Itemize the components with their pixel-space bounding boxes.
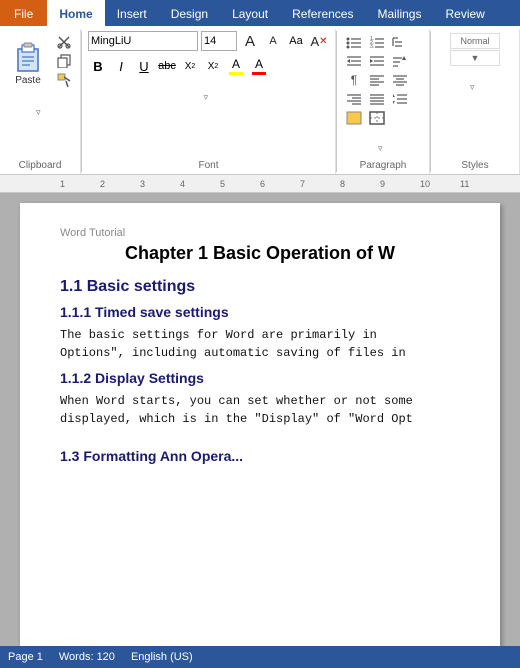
multilevel-list-button[interactable] xyxy=(389,33,411,51)
tab-references[interactable]: References xyxy=(280,0,365,26)
heading-1-1: 1.1 Basic settings xyxy=(60,278,460,296)
align-right-button[interactable] xyxy=(343,90,365,108)
font-expander[interactable]: ▿ xyxy=(204,92,214,121)
tab-design[interactable]: Design xyxy=(159,0,220,26)
decrease-indent-button[interactable] xyxy=(343,52,365,70)
doc-page-label: Word Tutorial xyxy=(60,227,460,239)
tab-insert[interactable]: Insert xyxy=(105,0,159,26)
paragraph-group-label: Paragraph xyxy=(360,160,407,171)
paste-button[interactable]: Paste xyxy=(6,33,50,91)
svg-text:3.: 3. xyxy=(370,44,374,49)
cut-button[interactable] xyxy=(52,33,76,51)
tab-file[interactable]: File xyxy=(0,0,47,26)
align-center-button[interactable] xyxy=(389,71,411,89)
styles-expand[interactable]: ▼ xyxy=(450,50,500,66)
styles-group-label: Styles xyxy=(461,160,488,171)
show-marks-button[interactable]: ¶ xyxy=(343,71,365,89)
text-highlight-button[interactable]: A xyxy=(226,56,246,76)
justify-button[interactable] xyxy=(366,90,388,108)
paste-label: Paste xyxy=(15,75,41,86)
numbering-button[interactable]: 1.2.3. xyxy=(366,33,388,51)
paragraph-group: 1.2.3. ¶ xyxy=(337,29,430,174)
doc-area: Word Tutorial Chapter 1 Basic Operation … xyxy=(0,193,520,663)
grow-font-button[interactable]: A xyxy=(240,31,260,51)
heading-1-3: 1.3 Formatting Ann Opera... xyxy=(60,448,460,464)
body-text-2: When Word starts, you can set whether or… xyxy=(60,392,460,428)
body-text-1: The basic settings for Word are primaril… xyxy=(60,326,460,362)
ruler: 1 2 3 4 5 6 7 8 9 10 11 xyxy=(0,175,520,193)
font-group-label: Font xyxy=(198,160,218,171)
clipboard-actions xyxy=(52,33,76,89)
increase-indent-button[interactable] xyxy=(366,52,388,70)
styles-expander[interactable]: ▿ xyxy=(470,82,480,111)
shading-button[interactable] xyxy=(343,109,365,127)
ribbon-toolbar: Paste Clipboard ▿ A xyxy=(0,26,520,175)
format-painter-button[interactable] xyxy=(52,71,76,89)
chapter-title: Chapter 1 Basic Operation of W xyxy=(60,243,460,264)
tab-review[interactable]: Review xyxy=(433,0,496,26)
font-group: A A Aa A✕ B I U abc X2 X2 A A xyxy=(82,29,336,174)
tab-mailings[interactable]: Mailings xyxy=(365,0,433,26)
copy-button[interactable] xyxy=(52,52,76,70)
change-case-button[interactable]: Aa xyxy=(286,31,306,51)
heading-1-1-1: 1.1.1 Timed save settings xyxy=(60,304,460,320)
status-words: Words: 120 xyxy=(59,651,115,663)
heading-1-1-2: 1.1.2 Display Settings xyxy=(60,370,460,386)
shrink-font-button[interactable]: A xyxy=(263,31,283,51)
italic-button[interactable]: I xyxy=(111,56,131,76)
status-language: English (US) xyxy=(131,651,193,663)
clipboard-label: Clipboard xyxy=(19,160,62,171)
line-spacing-button[interactable] xyxy=(389,90,411,108)
status-bar: Page 1 Words: 120 English (US) xyxy=(0,646,520,668)
font-name-input[interactable] xyxy=(88,31,198,51)
underline-button[interactable]: U xyxy=(134,56,154,76)
status-page: Page 1 xyxy=(8,651,43,663)
styles-dropdown[interactable]: Normal xyxy=(450,33,500,49)
bullets-button[interactable] xyxy=(343,33,365,51)
sort-button[interactable] xyxy=(389,52,411,70)
clipboard-expander[interactable]: ▿ xyxy=(36,107,46,136)
tab-layout[interactable]: Layout xyxy=(220,0,280,26)
tab-home[interactable]: Home xyxy=(47,0,104,26)
superscript-button[interactable]: X2 xyxy=(203,56,223,76)
ribbon-tabs: File Home Insert Design Layout Reference… xyxy=(0,0,520,26)
bold-button[interactable]: B xyxy=(88,56,108,76)
borders-button[interactable] xyxy=(366,109,388,127)
doc-page[interactable]: Word Tutorial Chapter 1 Basic Operation … xyxy=(20,203,500,653)
align-left-button[interactable] xyxy=(366,71,388,89)
clipboard-group: Paste Clipboard ▿ xyxy=(0,29,81,174)
font-color-button[interactable]: A xyxy=(249,56,269,76)
strikethrough-button[interactable]: abc xyxy=(157,56,177,76)
paste-icon xyxy=(12,39,44,75)
styles-group: Normal ▼ Styles ▿ xyxy=(431,29,520,174)
font-size-input[interactable] xyxy=(201,31,237,51)
subscript-button[interactable]: X2 xyxy=(180,56,200,76)
clear-format-button[interactable]: A✕ xyxy=(309,31,329,51)
